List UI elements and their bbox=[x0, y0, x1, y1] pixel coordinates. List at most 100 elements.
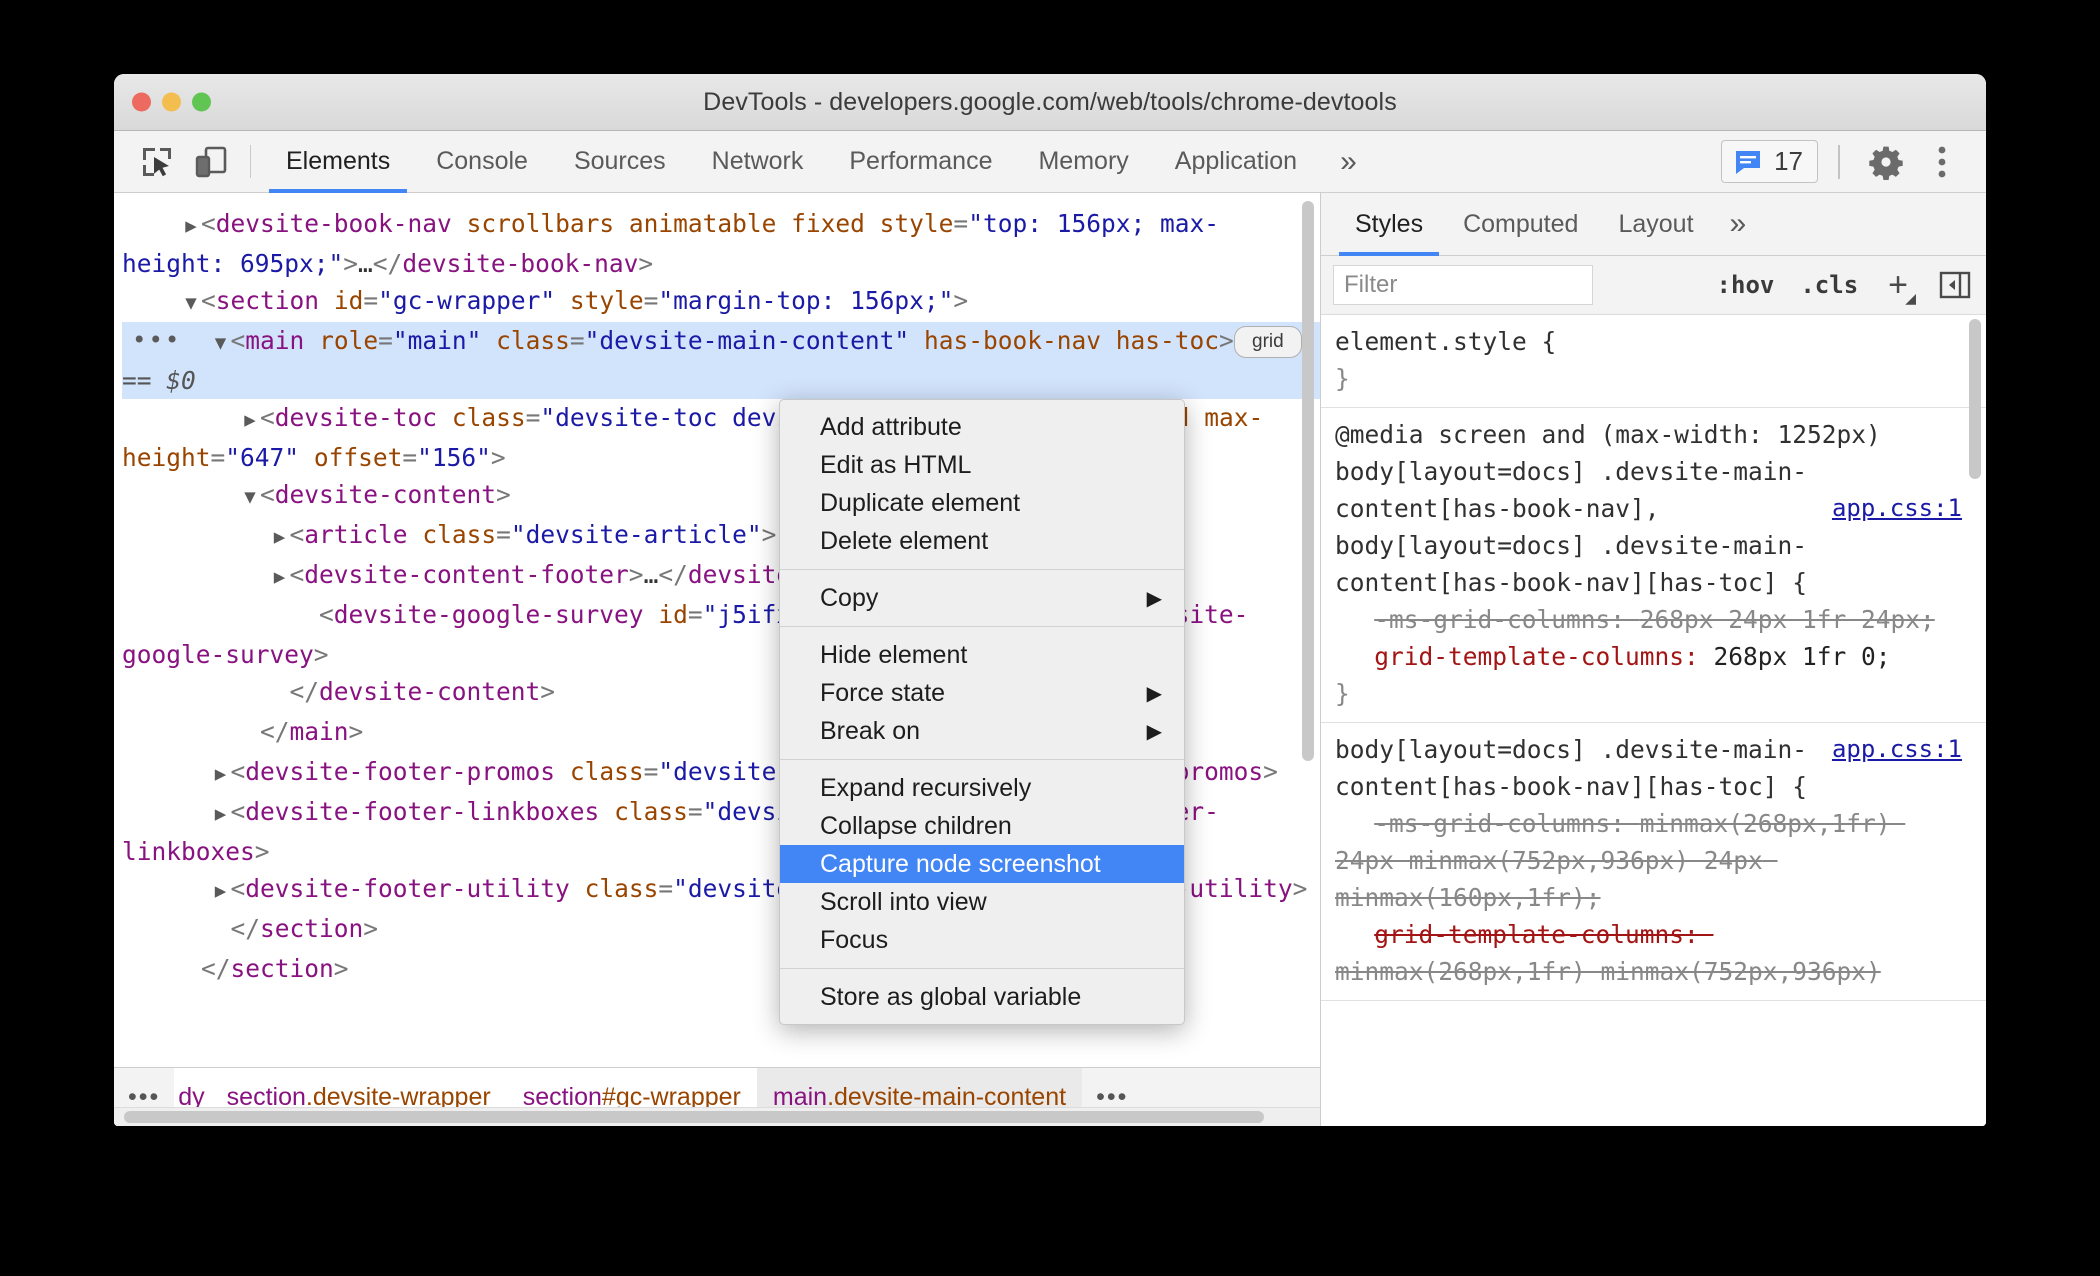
tab-console[interactable]: Console bbox=[413, 131, 551, 192]
collapsed-triangle-icon[interactable]: ▶ bbox=[270, 559, 290, 596]
tab-styles[interactable]: Styles bbox=[1335, 193, 1443, 256]
tab-elements[interactable]: Elements bbox=[263, 131, 413, 193]
code-token-tagname: devsite-book-nav bbox=[402, 249, 639, 278]
styles-sidebar-pane: Styles Computed Layout » :hov .cls +◢ bbox=[1321, 193, 1986, 1126]
css-property-value: minmax(268px,1fr) minmax(752px,936px) bbox=[1335, 957, 1881, 986]
css-rule-block[interactable]: app.css:1 @media screen and (max-width: 1… bbox=[1321, 408, 1986, 723]
css-rule-block[interactable]: app.css:1 body[layout=docs] .devsite-main… bbox=[1321, 723, 1986, 1001]
context-menu-item[interactable]: Force state ▶ bbox=[780, 674, 1184, 712]
styles-filter-toolbar: :hov .cls +◢ bbox=[1321, 256, 1986, 315]
code-token-punct: </ bbox=[289, 677, 320, 706]
dom-tree-node[interactable]: ▶ <devsite-book-nav scrollbars animatable… bbox=[122, 205, 1320, 282]
zoom-window-button[interactable] bbox=[192, 92, 211, 112]
tab-computed-label: Computed bbox=[1463, 209, 1579, 238]
context-menu-item[interactable]: Copy ▶ bbox=[780, 579, 1184, 617]
styles-rules-scroll-area[interactable]: element.style {} app.css:1 @media screen a… bbox=[1321, 315, 1986, 1126]
collapsed-triangle-icon[interactable]: ▶ bbox=[211, 873, 231, 910]
dom-tree-node[interactable]: ▼ <section id="gc-wrapper" style="margin-… bbox=[122, 282, 1320, 322]
css-source-link[interactable]: app.css:1 bbox=[1832, 490, 1962, 527]
tab-sources[interactable]: Sources bbox=[551, 131, 689, 192]
css-source-link[interactable]: app.css:1 bbox=[1832, 731, 1962, 768]
code-token-attrval: "devsite-main-content" bbox=[584, 326, 910, 355]
context-menu-item[interactable]: Store as global variable bbox=[780, 978, 1184, 1016]
dom-tree-vertical-scrollbar[interactable] bbox=[1302, 201, 1314, 761]
more-tabs-chevron-icon[interactable]: » bbox=[1320, 131, 1377, 192]
tab-network[interactable]: Network bbox=[689, 131, 827, 192]
close-window-button[interactable] bbox=[132, 92, 151, 112]
dom-tree-horizontal-scrollbar[interactable] bbox=[114, 1107, 1320, 1126]
message-bubble-icon bbox=[1736, 150, 1761, 174]
tab-performance[interactable]: Performance bbox=[826, 131, 1015, 192]
expanded-triangle-icon[interactable]: ▼ bbox=[240, 479, 260, 516]
dom-tree-hscroll-thumb[interactable] bbox=[124, 1111, 1264, 1123]
context-menu-item[interactable]: Hide element bbox=[780, 636, 1184, 674]
vertical-dots-icon[interactable] bbox=[1916, 136, 1968, 188]
context-menu-item[interactable]: Collapse children bbox=[780, 807, 1184, 845]
css-declaration[interactable]: grid-template-columns: 268px 1fr 0; bbox=[1335, 638, 1964, 675]
console-messages-badge[interactable]: 17 bbox=[1721, 140, 1818, 183]
context-menu-item[interactable]: Scroll into view bbox=[780, 883, 1184, 921]
inspect-cursor-icon[interactable] bbox=[130, 131, 184, 192]
css-declaration[interactable]: grid-template-columns: minmax(268px,1fr)… bbox=[1335, 916, 1964, 990]
context-menu-item[interactable]: Break on ▶ bbox=[780, 712, 1184, 750]
expanded-triangle-icon[interactable]: ▼ bbox=[181, 285, 201, 322]
context-menu-item-label: Focus bbox=[820, 925, 889, 954]
node-indent bbox=[122, 480, 240, 509]
context-menu-item[interactable]: Delete element bbox=[780, 522, 1184, 560]
no-toggle-spacer bbox=[299, 599, 319, 636]
node-indent bbox=[122, 403, 240, 432]
dom-tree-node[interactable]: ••• ▼ <main role="main" class="devsite-ma… bbox=[122, 322, 1320, 399]
code-token-punct: < bbox=[260, 480, 275, 509]
css-selector[interactable]: element.style { bbox=[1335, 323, 1964, 360]
node-indent bbox=[122, 677, 270, 706]
no-toggle-spacer bbox=[181, 953, 201, 990]
node-indent bbox=[122, 520, 270, 549]
device-toolbar-icon[interactable] bbox=[184, 131, 238, 192]
toolbar-right-divider bbox=[1838, 144, 1840, 179]
collapsed-triangle-icon[interactable]: ▶ bbox=[270, 519, 290, 556]
tab-memory[interactable]: Memory bbox=[1015, 131, 1151, 192]
expanded-triangle-icon[interactable]: ▼ bbox=[211, 325, 231, 362]
node-overflow-ellipsis[interactable]: ••• bbox=[132, 322, 181, 359]
collapsed-triangle-icon[interactable]: ▶ bbox=[181, 208, 201, 245]
collapsed-triangle-icon[interactable]: ▶ bbox=[211, 756, 231, 793]
elements-context-menu: Add attribute Edit as HTML Duplicate eleme… bbox=[779, 399, 1185, 1025]
context-menu-separator bbox=[780, 759, 1184, 760]
code-token-punct: > bbox=[363, 914, 379, 943]
context-menu-item[interactable]: Edit as HTML bbox=[780, 446, 1184, 484]
styles-vertical-scrollbar[interactable] bbox=[1969, 319, 1981, 479]
tab-computed[interactable]: Computed bbox=[1443, 193, 1598, 255]
context-menu-item[interactable]: Capture node screenshot bbox=[780, 845, 1184, 883]
tab-layout-label: Layout bbox=[1618, 209, 1694, 238]
gear-icon[interactable] bbox=[1860, 136, 1912, 188]
minimize-window-button[interactable] bbox=[162, 92, 181, 112]
css-rule-block[interactable]: element.style {} bbox=[1321, 315, 1986, 408]
tab-layout[interactable]: Layout bbox=[1598, 193, 1713, 255]
new-style-rule-button[interactable]: + ◢ bbox=[1880, 266, 1916, 306]
code-token-tagname: devsite-content bbox=[274, 480, 497, 509]
tab-application[interactable]: Application bbox=[1152, 131, 1320, 192]
node-indent bbox=[122, 757, 211, 786]
grid-badge[interactable]: grid bbox=[1233, 326, 1302, 358]
code-token-attrname: has-toc bbox=[1115, 326, 1219, 355]
styles-filter-input[interactable] bbox=[1333, 265, 1593, 305]
collapsed-triangle-icon[interactable]: ▶ bbox=[211, 796, 231, 833]
styles-more-tabs-chevron-icon[interactable]: » bbox=[1714, 193, 1763, 255]
element-classes-button[interactable]: .cls bbox=[1796, 271, 1862, 299]
context-menu-item-label: Duplicate element bbox=[820, 488, 1021, 517]
context-menu-item[interactable]: Expand recursively bbox=[780, 769, 1184, 807]
css-declaration[interactable]: -ms-grid-columns: 268px 24px 1fr 24px; bbox=[1335, 601, 1964, 638]
context-menu-item[interactable]: Focus bbox=[780, 921, 1184, 959]
collapsed-triangle-icon[interactable]: ▶ bbox=[240, 402, 260, 439]
context-menu-item[interactable]: Add attribute bbox=[780, 408, 1184, 446]
panel-toggle-icon[interactable] bbox=[1934, 268, 1976, 302]
css-declaration[interactable]: -ms-grid-columns: minmax(268px,1fr) 24px… bbox=[1335, 805, 1964, 916]
code-token-punct: = bbox=[496, 520, 511, 549]
css-selector[interactable]: body[layout=docs] .devsite-main-content[… bbox=[1335, 453, 1964, 601]
context-menu-item[interactable]: Duplicate element bbox=[780, 484, 1184, 522]
force-hover-state-button[interactable]: :hov bbox=[1713, 271, 1779, 299]
code-token-punct: = bbox=[525, 403, 541, 432]
